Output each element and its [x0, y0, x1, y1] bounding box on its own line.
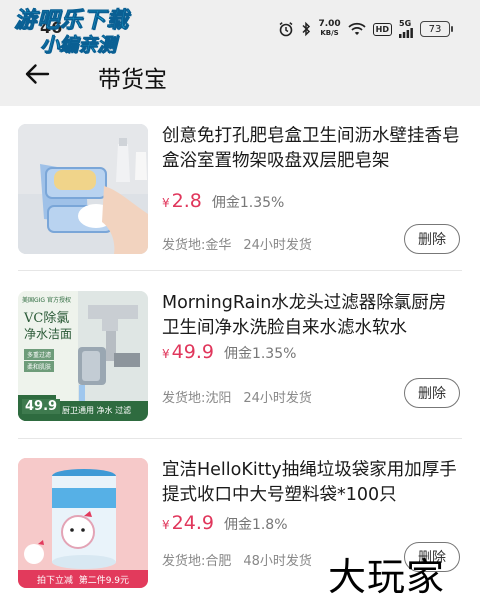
price-row: ¥ 24.9 佣金1.8% [162, 512, 288, 534]
product-thumbnail-soap-dish[interactable] [18, 124, 148, 254]
thumb-tag-2: 柔和肌肤 [24, 361, 55, 372]
product-thumbnail-trash-bags[interactable]: 拍下立减 第二件9.9元 [18, 458, 148, 588]
network-speed-unit: KB/S [320, 29, 339, 37]
thumb-price-badge: 49.9 [22, 399, 61, 414]
product-item[interactable]: 创意免打孔肥皂盒卫生间沥水壁挂香皂盒浴室置物架吸盘双层肥皂架 ¥ 2.8 佣金1… [18, 124, 464, 274]
thumb-banner: 拍下立减 第二件9.9元 [18, 570, 148, 588]
ship-time: 48小时发货 [243, 554, 312, 569]
price-row: ¥ 2.8 佣金1.35% [162, 190, 284, 212]
currency-symbol: ¥ [162, 518, 170, 532]
watermark-top-line1: 游吧乐下载 [14, 8, 130, 34]
currency-symbol: ¥ [162, 347, 170, 361]
product-thumbnail-faucet-filter[interactable]: 美国GIG 官方授权 VC除氯 净水洁面 多重过滤 柔和肌肤 49.9 厨卫通用… [18, 291, 148, 421]
network-speed-value: 7.00 [318, 19, 341, 29]
battery-indicator: 73 [420, 21, 453, 37]
product-item[interactable]: 美国GIG 官方授权 VC除氯 净水洁面 多重过滤 柔和肌肤 49.9 厨卫通用… [18, 291, 464, 441]
ship-time: 24小时发货 [243, 391, 312, 406]
product-title[interactable]: 宜洁HelloKitty抽绳垃圾袋家用加厚手提式收口中大号塑料袋*100只 [162, 458, 462, 508]
product-title[interactable]: MorningRain水龙头过滤器除氯厨房卫生间净水洗脸自来水滤水软水 [162, 291, 462, 341]
product-price: 2.8 [171, 190, 202, 212]
alarm-icon [278, 21, 294, 37]
signal-icon: 5G [399, 20, 413, 38]
watermark-top: 游吧乐下载 小编亲测 [14, 8, 154, 57]
arrow-left-icon [25, 64, 50, 84]
commission-rate: 佣金1.35% [211, 195, 285, 211]
ship-time: 24小时发货 [243, 238, 312, 253]
shipping-info: 发货地:合肥 48小时发货 [162, 550, 312, 569]
price-row: ¥ 49.9 佣金1.35% [162, 341, 296, 363]
back-button[interactable] [24, 62, 54, 86]
delete-button[interactable]: 删除 [404, 224, 460, 254]
shipping-info: 发货地:金华 24小时发货 [162, 234, 312, 253]
product-price: 49.9 [171, 341, 214, 363]
product-price: 24.9 [171, 512, 214, 534]
thumb-caption: 厨卫通用 净水 过滤 [62, 406, 132, 415]
network-speed: 7.00 KB/S [318, 20, 340, 38]
ship-from: 发货地:合肥 [162, 554, 232, 569]
status-icons: 7.00 KB/S HD 5G 73 [278, 20, 453, 38]
commission-rate: 佣金1.35% [223, 346, 297, 362]
divider [18, 438, 462, 439]
delete-button[interactable]: 删除 [404, 378, 460, 408]
watermark-top-line2: 小编亲测 [40, 34, 117, 57]
ship-from: 发货地:沈阳 [162, 391, 232, 406]
divider [18, 270, 462, 271]
signal-label: 5G [399, 19, 412, 28]
ship-from: 发货地:金华 [162, 238, 232, 253]
bluetooth-icon [301, 21, 311, 37]
shipping-info: 发货地:沈阳 24小时发货 [162, 387, 312, 406]
thumb-tag-1: 多重过滤 [24, 349, 55, 360]
wifi-icon [348, 22, 366, 36]
thumb-brand: 美国GIG 官方授权 [22, 297, 71, 304]
thumb-headline-1: VC除氯 [24, 311, 70, 326]
page-title: 带货宝 [98, 67, 167, 93]
currency-symbol: ¥ [162, 196, 170, 210]
commission-rate: 佣金1.8% [223, 517, 288, 533]
hd-badge: HD [372, 22, 392, 36]
watermark-bottom: 大玩家 [328, 555, 446, 599]
thumb-headline-2: 净水洁面 [24, 327, 73, 341]
product-title[interactable]: 创意免打孔肥皂盒卫生间沥水壁挂香皂盒浴室置物架吸盘双层肥皂架 [162, 124, 462, 174]
